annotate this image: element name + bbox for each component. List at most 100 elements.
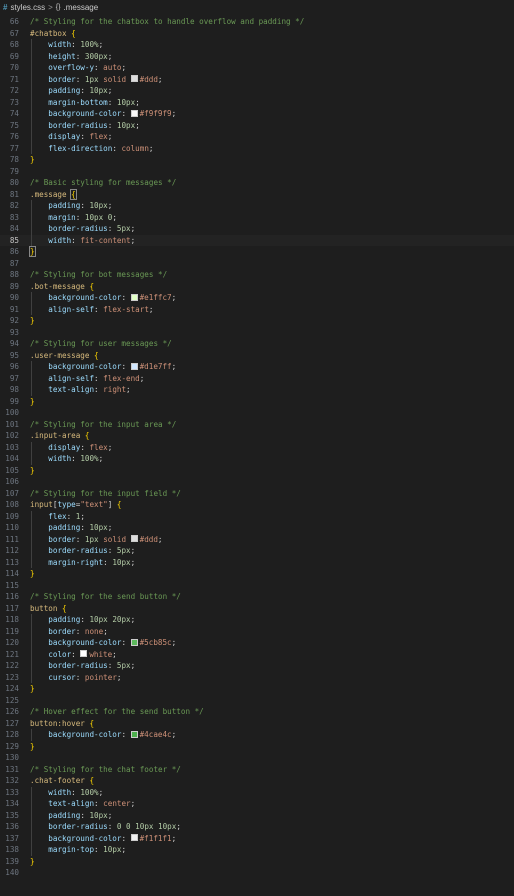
- code-editor[interactable]: 66 /* Styling for the chatbox to handle o…: [0, 16, 514, 896]
- code-line[interactable]: 86}: [0, 246, 514, 258]
- code-line[interactable]: 85 width: fit-content;: [0, 234, 514, 246]
- code-token: ;: [112, 649, 117, 659]
- line-number: 88: [9, 270, 19, 279]
- breadcrumb-symbol[interactable]: .message: [63, 3, 98, 12]
- code-line[interactable]: 113 margin-right: 10px;: [0, 557, 514, 569]
- code-line[interactable]: 127 button:hover {: [0, 718, 514, 730]
- code-line[interactable]: 89 .bot-message {: [0, 281, 514, 293]
- code-line[interactable]: 78}: [0, 154, 514, 166]
- code-line[interactable]: 73 margin-bottom: 10px;: [0, 97, 514, 109]
- code-line[interactable]: 99}: [0, 396, 514, 408]
- code-line[interactable]: 88 /* Styling for bot messages */: [0, 269, 514, 281]
- color-swatch-icon[interactable]: [130, 638, 138, 646]
- code-line[interactable]: 106: [0, 476, 514, 488]
- code-line[interactable]: 126 /* Hover effect for the send button *…: [0, 706, 514, 718]
- color-swatch-icon[interactable]: [130, 109, 138, 117]
- code-line[interactable]: 91 align-self: flex-start;: [0, 304, 514, 316]
- code-line[interactable]: 102 .input-area {: [0, 430, 514, 442]
- color-swatch-icon[interactable]: [130, 293, 138, 301]
- code-line[interactable]: 117 button {: [0, 603, 514, 615]
- line-number: 75: [9, 120, 19, 130]
- code-line[interactable]: 107 /* Styling for the input field */: [0, 488, 514, 500]
- code-line[interactable]: 81 .message {: [0, 188, 514, 201]
- code-line[interactable]: 123 cursor: pointer;: [0, 672, 514, 684]
- line-number: 84: [9, 224, 19, 233]
- code-line[interactable]: 105}: [0, 465, 514, 477]
- code-line[interactable]: 121 color: white;: [0, 649, 514, 661]
- code-token: background-color: [48, 362, 122, 371]
- code-line[interactable]: 100: [0, 407, 514, 419]
- code-line[interactable]: 92}: [0, 315, 514, 327]
- code-line[interactable]: 82 padding: 10px;: [0, 200, 514, 212]
- code-line[interactable]: 130: [0, 752, 514, 764]
- code-line[interactable]: 71 border: 1px solid #ddd;: [0, 74, 514, 86]
- code-line[interactable]: 76 display: flex;: [0, 131, 514, 143]
- code-line[interactable]: 131 /* Styling for the chat footer */: [0, 764, 514, 776]
- code-line[interactable]: 119 border: none;: [0, 626, 514, 638]
- code-line[interactable]: 120 background-color: #5cb85c;: [0, 637, 514, 649]
- code-line[interactable]: 80 /* Basic styling for messages */: [0, 177, 514, 189]
- code-line[interactable]: 66 /* Styling for the chatbox to handle o…: [0, 16, 514, 28]
- code-line[interactable]: 72 padding: 10px;: [0, 85, 514, 97]
- code-line[interactable]: 96 background-color: #d1e7ff;: [0, 361, 514, 373]
- code-line[interactable]: 129}: [0, 741, 514, 753]
- code-line[interactable]: 108 input[type="text"] {: [0, 499, 514, 511]
- code-line[interactable]: 77 flex-direction: column;: [0, 143, 514, 155]
- code-line[interactable]: 133 width: 100%;: [0, 787, 514, 799]
- code-line[interactable]: 118 padding: 10px 20px;: [0, 614, 514, 626]
- code-line[interactable]: 137 background-color: #f1f1f1;: [0, 833, 514, 845]
- code-line[interactable]: 115: [0, 580, 514, 592]
- code-line[interactable]: 94 /* Styling for user messages */: [0, 338, 514, 350]
- breadcrumb-file[interactable]: styles.css: [10, 3, 45, 12]
- code-line[interactable]: 116 /* Styling for the send button */: [0, 591, 514, 603]
- code-line[interactable]: 68 width: 100%;: [0, 39, 514, 51]
- code-line[interactable]: 140: [0, 867, 514, 879]
- code-line[interactable]: 134 text-align: center;: [0, 798, 514, 810]
- code-line[interactable]: 128 background-color: #4cae4c;: [0, 729, 514, 741]
- code-line[interactable]: 114}: [0, 568, 514, 580]
- code-line[interactable]: 67 #chatbox {: [0, 28, 514, 40]
- code-line[interactable]: 69 height: 300px;: [0, 51, 514, 63]
- code-line[interactable]: 122 border-radius: 5px;: [0, 660, 514, 672]
- code-line[interactable]: 83 margin: 10px 0;: [0, 212, 514, 224]
- code-line[interactable]: 104 width: 100%;: [0, 453, 514, 465]
- code-line[interactable]: 135 padding: 10px;: [0, 810, 514, 822]
- code-line[interactable]: 70 overflow-y: auto;: [0, 62, 514, 74]
- color-swatch-icon[interactable]: [130, 362, 138, 370]
- code-line[interactable]: 87: [0, 258, 514, 270]
- code-line[interactable]: 138 margin-top: 10px;: [0, 844, 514, 856]
- code-line[interactable]: 111 border: 1px solid #ddd;: [0, 534, 514, 546]
- code-line[interactable]: 90 background-color: #e1ffc7;: [0, 292, 514, 304]
- line-code: border-radius: 5px;: [30, 660, 135, 672]
- code-line[interactable]: 132 .chat-footer {: [0, 775, 514, 787]
- code-line[interactable]: 75 border-radius: 10px;: [0, 120, 514, 132]
- code-line[interactable]: 95 .user-message {: [0, 350, 514, 362]
- code-token: display: [48, 132, 81, 141]
- code-line[interactable]: 103 display: flex;: [0, 442, 514, 454]
- code-line[interactable]: 84 border-radius: 5px;: [0, 223, 514, 235]
- color-swatch-icon[interactable]: [130, 834, 138, 841]
- code-line[interactable]: 93: [0, 327, 514, 339]
- line-number: 87: [9, 258, 19, 268]
- code-line[interactable]: 97 align-self: flex-end;: [0, 373, 514, 385]
- code-line[interactable]: 109 flex: 1;: [0, 511, 514, 523]
- indent-guide: [31, 361, 32, 396]
- code-line[interactable]: 101 /* Styling for the input area */: [0, 419, 514, 431]
- color-swatch-icon[interactable]: [80, 650, 88, 657]
- color-swatch-icon[interactable]: [130, 75, 138, 82]
- code-line[interactable]: 74 background-color: #f9f9f9;: [0, 108, 514, 120]
- code-line[interactable]: 79: [0, 166, 514, 178]
- code-line[interactable]: 112 border-radius: 5px;: [0, 545, 514, 557]
- code-line[interactable]: 139}: [0, 856, 514, 868]
- code-line[interactable]: 110 padding: 10px;: [0, 522, 514, 534]
- color-swatch-icon[interactable]: [130, 535, 138, 542]
- line-number: 92: [9, 316, 19, 325]
- code-line[interactable]: 124}: [0, 683, 514, 695]
- code-line[interactable]: 136 border-radius: 0 0 10px 10px;: [0, 821, 514, 833]
- code-line[interactable]: 98 text-align: right;: [0, 384, 514, 396]
- code-line[interactable]: 125: [0, 695, 514, 707]
- color-swatch-icon[interactable]: [130, 730, 138, 738]
